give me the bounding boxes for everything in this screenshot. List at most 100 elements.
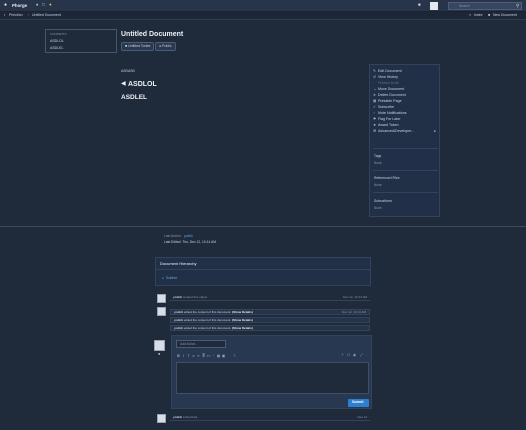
expand-icon[interactable]: ☐	[346, 353, 351, 357]
new-document-icon: ■	[488, 13, 491, 17]
comment-form: Add Action... B I T ∞ ≡ ≣ <> “▦ ▣? + ☐ ◉ ⤢ Submi…	[171, 335, 372, 409]
feed-text: subscribed.	[182, 415, 199, 419]
feed-author[interactable]: yodidi	[174, 310, 183, 314]
avatar[interactable]	[154, 340, 165, 351]
action-item-label: Flag For Later	[378, 117, 401, 121]
search-box[interactable]: Search ⚲	[448, 2, 522, 10]
section-divider	[0, 226, 526, 227]
avatar[interactable]	[157, 307, 166, 316]
document-hierarchy-panel: Document Hierarchy ● Subtree	[155, 257, 371, 286]
document-text: ASDASD	[121, 69, 135, 73]
phorge-logo-icon[interactable]: ●	[4, 3, 7, 8]
archive-icon: ■	[125, 44, 128, 48]
insert-icon[interactable]: +	[340, 353, 345, 357]
submit-label: Submit	[352, 400, 364, 404]
referenced-files-label: Referenced Files	[374, 176, 400, 180]
toc-item[interactable]: ASDLOL	[50, 39, 64, 44]
action-item-label: Edit Document	[378, 69, 402, 73]
subscribers-value: None	[374, 206, 382, 210]
divider	[373, 192, 438, 193]
avatar[interactable]	[157, 294, 166, 303]
breadcrumb-separator: ›	[28, 13, 30, 17]
chat-icon[interactable]: □	[42, 2, 45, 8]
breadcrumb-root[interactable]: Phriction	[9, 13, 23, 18]
feed-author[interactable]: yodidi	[173, 415, 182, 419]
feed-date: Dec 12, 10:14 AM	[343, 295, 367, 299]
comment-textarea[interactable]	[176, 362, 369, 394]
status-tag-label: Untitled Tortes	[128, 44, 151, 48]
subscribers-label: Subscribers	[374, 199, 392, 203]
user-badge-icon: ●	[158, 351, 161, 356]
last-author-link[interactable]: yodidi	[184, 234, 193, 238]
feed-text: created this object.	[182, 295, 208, 299]
hierarchy-item[interactable]: Subtree	[166, 276, 177, 280]
show-details-link[interactable]: (Show Details)	[232, 310, 253, 314]
notification-dot-icon[interactable]: ●	[49, 2, 52, 8]
toc-item[interactable]: ASDLEL	[50, 46, 63, 51]
visibility-tag: ● Public	[155, 42, 176, 51]
preview-icon[interactable]: ◉	[352, 353, 357, 357]
search-icon[interactable]: ⚲	[516, 3, 519, 9]
new-document-link[interactable]: New Document	[493, 13, 517, 18]
divider	[373, 148, 438, 149]
hierarchy-title: Document Hierarchy	[160, 261, 197, 266]
timeline-row: yodidi created this object. Dec 12, 10:1…	[170, 295, 370, 301]
document-heading: ASDLEL	[121, 94, 147, 101]
bullet-icon: ●	[162, 276, 164, 280]
divider	[373, 170, 438, 171]
feed-author[interactable]: yodidi	[173, 295, 182, 299]
divider	[156, 269, 370, 270]
action-list: ✎ Edit Document ↺ View History ↑ Publish Draf…	[373, 68, 438, 134]
show-details-link[interactable]: (Show Details)	[232, 326, 253, 330]
toc-panel: CONTENTS ASDLOL ASDLEL	[45, 29, 117, 53]
action-item[interactable]: ⚒ Advanced/Developer... ▸	[373, 128, 438, 134]
action-item-label: Subscribe	[378, 105, 394, 109]
status-tag: ■ Untitled Tortes	[121, 42, 155, 51]
feed-date: Dec 12, 10:14 AM	[342, 310, 366, 314]
timeline-row: yodidi edited the content of this docume…	[170, 309, 370, 315]
feed-text: edited the content of this document.	[183, 326, 232, 330]
app-name[interactable]: Phorge	[12, 3, 27, 8]
tags-label: Tags	[374, 154, 382, 158]
fullscreen-icon[interactable]: ⤢	[359, 353, 364, 357]
submenu-arrow-icon: ▸	[434, 129, 436, 133]
referenced-files-value: None	[374, 183, 382, 187]
last-edited: Last Edited: Thu, Dec 12, 10:14 AM	[164, 240, 216, 244]
avatar[interactable]	[157, 414, 166, 423]
feed-author[interactable]: yodidi	[174, 318, 183, 322]
action-item-label: Publish Draft	[378, 81, 399, 85]
visibility-tag-label: Public	[162, 44, 172, 48]
index-link[interactable]: Index	[474, 13, 483, 18]
feed-text: edited the content of this document.	[183, 310, 232, 314]
toc-heading: CONTENTS	[50, 32, 67, 36]
book-icon: ▪	[4, 13, 6, 17]
action-select[interactable]: Add Action...	[176, 340, 226, 348]
editor-toolbar: B I T ∞ ≡ ≣ <> “▦ ▣? + ☐ ◉ ⤢	[176, 353, 369, 361]
tags-value: None	[374, 161, 382, 165]
anchor-icon[interactable]: ◀	[121, 81, 126, 87]
action-select-placeholder: Add Action...	[180, 342, 198, 346]
timeline-row: yodidi subscribed. Dec 12	[170, 415, 370, 421]
image-icon[interactable]: ▣	[221, 354, 226, 358]
action-item-label: Award Token	[378, 123, 399, 127]
index-icon: ≡	[469, 13, 472, 17]
page-title: Untitled Document	[121, 31, 184, 38]
help-icon[interactable]: ?	[232, 354, 237, 358]
show-details-link[interactable]: (Show Details)	[232, 318, 253, 322]
globe-icon: ●	[159, 44, 162, 48]
bookmark-icon[interactable]: ■	[418, 2, 421, 8]
breadcrumb: ▪ Phriction › Untitled Document ≡ Index …	[0, 12, 526, 20]
action-item-label: View History	[378, 75, 398, 79]
search-input[interactable]: Search	[459, 4, 470, 8]
user-avatar[interactable]	[430, 2, 438, 10]
breadcrumb-current[interactable]: Untitled Document	[32, 13, 61, 18]
top-bar: ● Phorge ♦ □ ● ■ Search ⚲	[0, 0, 526, 12]
action-item-label: Move Document	[378, 87, 405, 91]
action-item-label: Printable Page	[378, 99, 402, 103]
feed-date: Dec 12	[357, 415, 367, 419]
last-author-label: Last Author:	[164, 234, 182, 238]
submit-button[interactable]: Submit	[348, 399, 369, 407]
feed-author[interactable]: yodidi	[174, 326, 183, 330]
timeline-row: yodidi edited the content of this docume…	[170, 325, 370, 331]
bell-icon[interactable]: ♦	[36, 2, 38, 8]
